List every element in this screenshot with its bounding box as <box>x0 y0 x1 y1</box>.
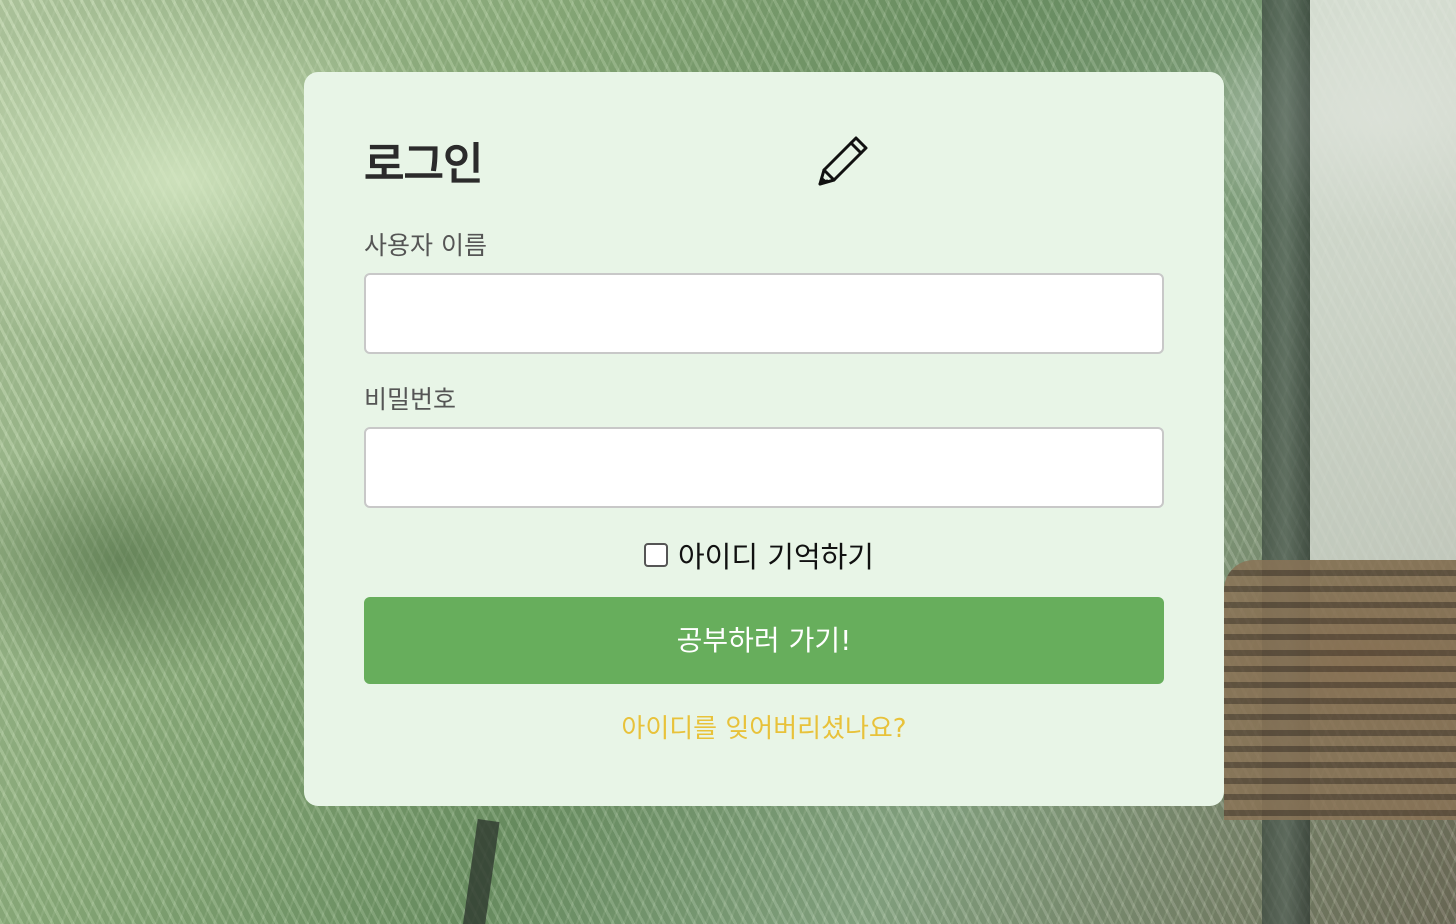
forgot-id-link[interactable]: 아이디를 잊어버리셨나요? <box>364 708 1164 745</box>
username-label: 사용자 이름 <box>364 231 487 260</box>
password-label: 비밀번호 <box>364 385 457 414</box>
shelf <box>1224 560 1456 820</box>
login-button[interactable]: 공부하러 가기! <box>364 597 1164 684</box>
password-input[interactable] <box>364 427 1164 508</box>
remember-checkbox[interactable] <box>644 543 668 567</box>
remember-label[interactable]: 아이디 기억하기 <box>678 534 874 576</box>
username-input[interactable] <box>364 273 1164 354</box>
page-title: 로그인 <box>364 139 483 190</box>
login-card: 로그인 사용자 이름 비밀번호 아이디 기억하기 공부하러 가기! 아이디를 잊… <box>304 72 1224 806</box>
wall <box>1310 0 1456 560</box>
stake <box>462 819 500 924</box>
remember-me[interactable]: 아이디 기억하기 <box>644 534 874 576</box>
pencil-icon <box>818 136 868 186</box>
